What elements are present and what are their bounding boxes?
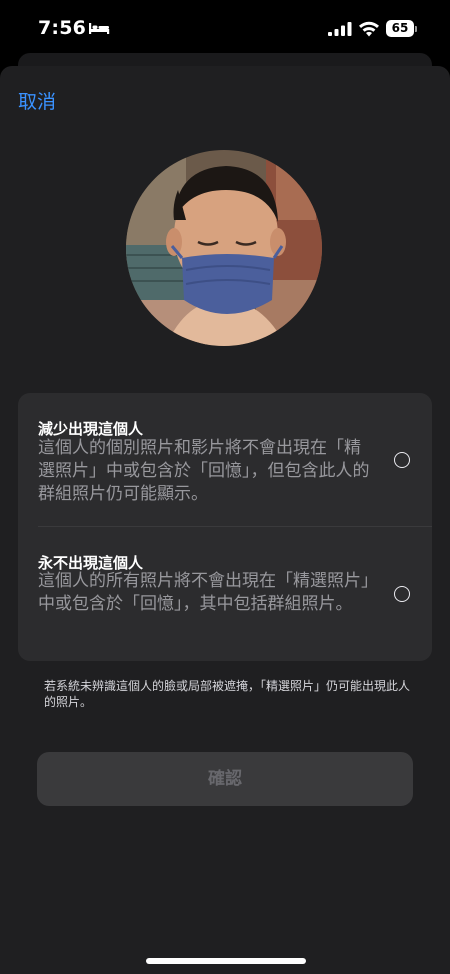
battery-icon: 65 <box>386 20 417 37</box>
option-description: 這個人的個別照片和影片將不會出現在「精選照片」中或包含於「回憶」，但包含此人的群… <box>38 438 370 504</box>
option-never[interactable]: 永不出現這個人 這個人的所有照片將不會出現在「精選照片」中或包含於「回憶」，其中… <box>18 527 432 661</box>
option-description: 這個人的所有照片將不會出現在「精選照片」中或包含於「回憶」，其中包括群組照片。 <box>38 571 370 614</box>
confirm-button[interactable]: 確認 <box>37 752 413 806</box>
status-time: 7:56 <box>38 17 87 39</box>
option-reduce[interactable]: 減少出現這個人 這個人的個別照片和影片將不會出現在「精選照片」中或包含於「回憶」… <box>18 393 432 527</box>
footnote: 若系統未辨識這個人的臉或局部被遮掩，「精選照片」仍可能出現此人的照片。 <box>44 679 411 709</box>
person-photo-icon <box>126 150 322 346</box>
screen: 7:56 65 取消 減少出現這個人 這個人的個別照片和影片將不會出現在「精選照… <box>0 0 450 974</box>
radio-button[interactable] <box>394 452 410 468</box>
home-indicator[interactable] <box>146 958 306 964</box>
option-title: 減少出現這個人 <box>38 420 144 438</box>
wifi-icon <box>359 21 379 37</box>
cancel-button[interactable]: 取消 <box>18 87 56 114</box>
person-avatar <box>126 150 322 346</box>
bed-icon <box>89 23 110 34</box>
status-bar: 7:56 65 <box>0 0 450 56</box>
radio-button[interactable] <box>394 586 410 602</box>
signal-icon <box>328 22 352 36</box>
options-card: 減少出現這個人 這個人的個別照片和影片將不會出現在「精選照片」中或包含於「回憶」… <box>18 393 432 661</box>
battery-percent: 65 <box>391 21 409 35</box>
